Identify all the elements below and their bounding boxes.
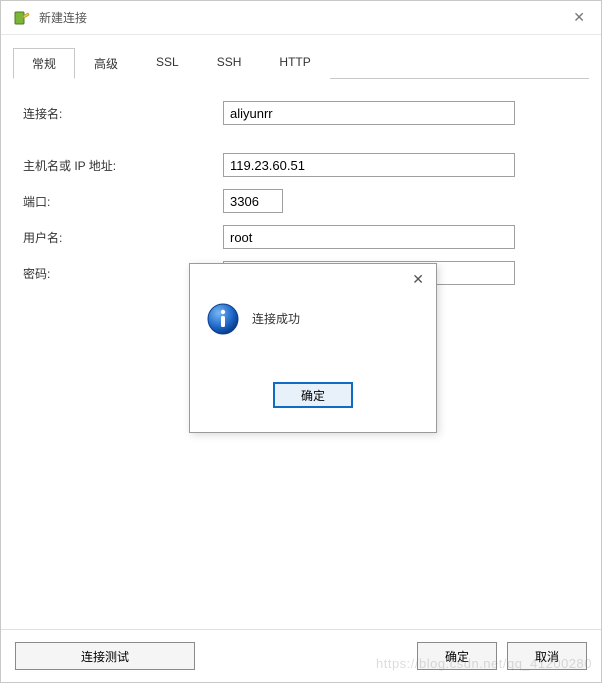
titlebar: 新建连接 ✕ [1, 1, 601, 35]
row-connection-name: 连接名: [23, 101, 579, 125]
button-bar: 连接测试 确定 取消 [1, 629, 601, 682]
tab-ssh[interactable]: SSH [198, 48, 261, 79]
close-icon[interactable]: ✕ [412, 271, 424, 288]
row-host: 主机名或 IP 地址: [23, 153, 579, 177]
row-port: 端口: [23, 189, 579, 213]
tab-ssl[interactable]: SSL [137, 48, 198, 79]
close-icon[interactable]: ✕ [573, 9, 585, 26]
message-box-body: 连接成功 [190, 294, 436, 382]
ok-button[interactable]: 确定 [417, 642, 497, 670]
cancel-button[interactable]: 取消 [507, 642, 587, 670]
user-label: 用户名: [23, 229, 223, 246]
message-box-ok-button[interactable]: 确定 [273, 382, 353, 408]
tab-general[interactable]: 常规 [13, 48, 75, 79]
port-input[interactable] [223, 189, 283, 213]
app-icon [13, 9, 31, 27]
test-connection-button[interactable]: 连接测试 [15, 642, 195, 670]
connection-name-input[interactable] [223, 101, 515, 125]
user-input[interactable] [223, 225, 515, 249]
message-box-buttons: 确定 [190, 382, 436, 432]
row-user: 用户名: [23, 225, 579, 249]
host-label: 主机名或 IP 地址: [23, 157, 223, 174]
tab-advanced[interactable]: 高级 [75, 48, 137, 79]
connection-name-label: 连接名: [23, 105, 223, 122]
port-label: 端口: [23, 193, 223, 210]
window-title: 新建连接 [39, 9, 87, 26]
message-box-titlebar: ✕ [190, 264, 436, 294]
tabstrip: 常规 高级 SSL SSH HTTP [13, 47, 589, 79]
info-icon [206, 302, 240, 336]
message-box-text: 连接成功 [252, 310, 300, 327]
host-input[interactable] [223, 153, 515, 177]
tab-http[interactable]: HTTP [260, 48, 329, 79]
message-box: ✕ 连接成功 确定 [189, 263, 437, 433]
